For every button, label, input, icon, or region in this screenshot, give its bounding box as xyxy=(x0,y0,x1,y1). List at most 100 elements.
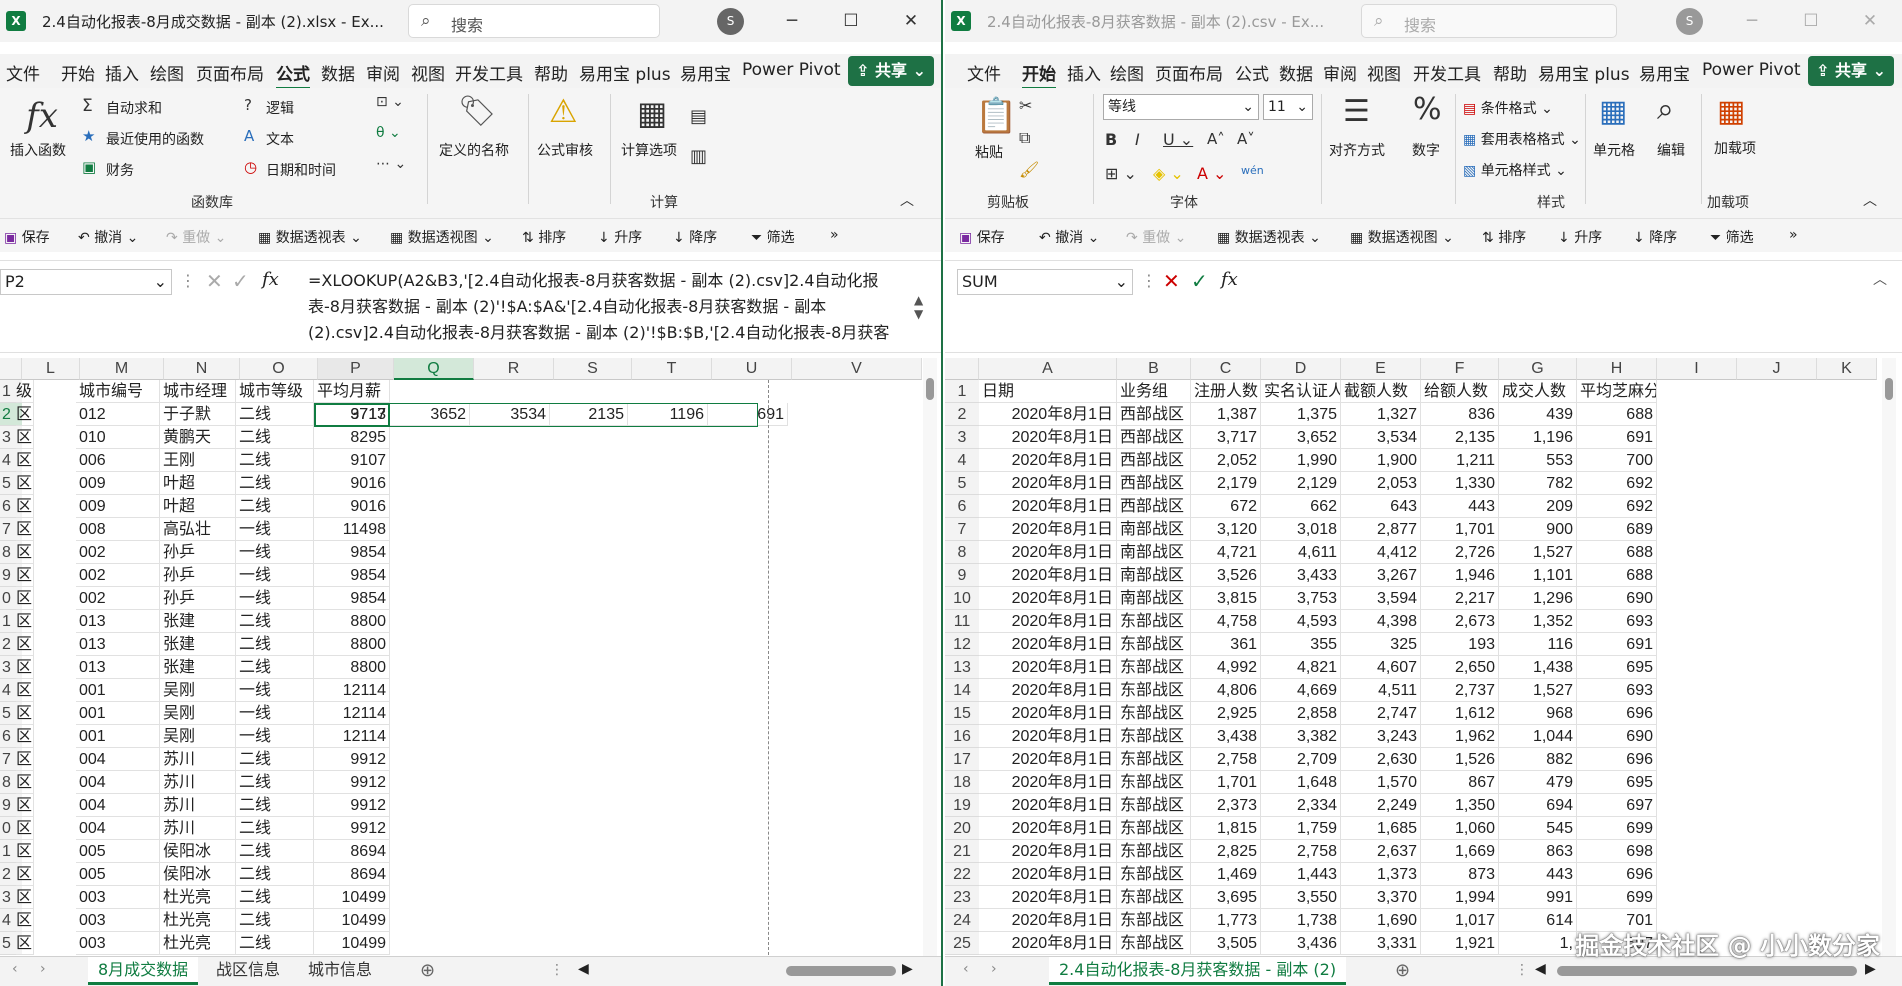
table-cell[interactable]: 688 xyxy=(1577,541,1657,564)
table-cell[interactable]: 691 xyxy=(1577,426,1657,449)
row-header[interactable]: 6 xyxy=(945,495,979,518)
table-cell[interactable]: 1,327 xyxy=(1341,403,1421,426)
table-cell[interactable]: 3,267 xyxy=(1341,564,1421,587)
filter-button[interactable]: ⏷ 筛选 xyxy=(1710,227,1754,247)
collapse-ribbon-icon[interactable]: ︿ xyxy=(900,190,914,210)
table-cell[interactable]: 325 xyxy=(1341,633,1421,656)
table-cell[interactable]: 2,637 xyxy=(1341,840,1421,863)
table-cell[interactable]: 区 xyxy=(16,518,34,541)
header-cell[interactable]: 平均芝麻分 xyxy=(1577,380,1657,403)
sort-desc-button[interactable]: ↓ 降序 xyxy=(1633,227,1677,247)
table-cell[interactable]: 孙乒 xyxy=(160,587,236,610)
table-cell[interactable]: 2,726 xyxy=(1421,541,1499,564)
phonetic-icon[interactable]: wén xyxy=(1241,164,1264,177)
shrink-font-icon[interactable]: A˅ xyxy=(1237,130,1255,148)
table-cell[interactable]: 614 xyxy=(1499,909,1577,932)
table-cell[interactable]: 3717 xyxy=(314,403,390,426)
table-cell[interactable]: 9912 xyxy=(314,771,390,794)
table-cell[interactable]: 3,695 xyxy=(1191,886,1261,909)
scroll-right-icon[interactable]: ▶ xyxy=(1865,961,1876,977)
sort-asc-button[interactable]: ↓ 升序 xyxy=(598,227,642,247)
table-cell[interactable]: 张建 xyxy=(160,610,236,633)
table-cell[interactable]: 3,526 xyxy=(1191,564,1261,587)
table-cell[interactable]: 区 xyxy=(16,679,34,702)
table-cell[interactable]: 2,709 xyxy=(1261,748,1341,771)
borders-icon[interactable]: ⊞ ⌄ xyxy=(1105,164,1137,183)
tab-help[interactable]: 帮助 xyxy=(534,60,568,85)
column-header-i[interactable]: I xyxy=(1657,358,1737,380)
table-cell[interactable]: 区 xyxy=(16,633,34,656)
pivot-table-button[interactable]: ▦ 数据透视表 ⌄ xyxy=(1217,227,1321,247)
table-cell[interactable]: 区 xyxy=(16,725,34,748)
table-cell[interactable]: 区 xyxy=(16,403,34,426)
table-cell[interactable]: 区 xyxy=(16,886,34,909)
table-cell[interactable]: 王刚 xyxy=(160,449,236,472)
table-cell[interactable]: 1,738 xyxy=(1261,909,1341,932)
table-cell[interactable]: 698 xyxy=(1577,840,1657,863)
table-cell[interactable]: 4,511 xyxy=(1341,679,1421,702)
column-header-f[interactable]: F xyxy=(1421,358,1499,380)
table-cell[interactable]: 苏川 xyxy=(160,817,236,840)
scroll-right-icon[interactable]: ▶ xyxy=(902,961,913,977)
row-header[interactable]: 18 xyxy=(945,771,979,794)
row-header[interactable]: 11 xyxy=(945,610,979,633)
tab-yiyongbao[interactable]: 易用宝 xyxy=(1639,60,1690,85)
prev-sheet-icon[interactable]: ‹ xyxy=(963,961,969,977)
table-cell[interactable]: 9854 xyxy=(314,541,390,564)
insert-function-icon[interactable]: fx xyxy=(262,269,279,290)
table-cell[interactable]: 443 xyxy=(1499,863,1577,886)
table-cell[interactable]: 二线 xyxy=(236,633,314,656)
table-cell[interactable]: 于子默 xyxy=(160,403,236,426)
table-cell[interactable]: 西部战区 xyxy=(1117,426,1191,449)
table-cell[interactable]: 2020年8月1日 xyxy=(979,725,1117,748)
tab-file[interactable]: 文件 xyxy=(6,60,40,85)
table-cell[interactable]: 苏川 xyxy=(160,748,236,771)
table-cell[interactable]: 区 xyxy=(16,817,34,840)
row-header[interactable]: 19 xyxy=(945,794,979,817)
table-cell[interactable]: 4,669 xyxy=(1261,679,1341,702)
tab-yiyongbao[interactable]: 易用宝 xyxy=(680,60,731,85)
header-cell[interactable]: 成交人数 xyxy=(1499,380,1577,403)
column-header-s[interactable]: S xyxy=(554,358,632,380)
text-button[interactable]: 文本 xyxy=(266,129,294,149)
table-cell[interactable]: 1,612 xyxy=(1421,702,1499,725)
table-cell[interactable]: 693 xyxy=(1577,610,1657,633)
share-button[interactable]: ⇪ 共享 ⌄ xyxy=(848,56,934,86)
table-cell[interactable]: 2,650 xyxy=(1421,656,1499,679)
table-cell[interactable]: 8800 xyxy=(314,610,390,633)
undo-button[interactable]: ↶ 撤消 ⌄ xyxy=(1039,227,1099,247)
header-cell[interactable]: 城市经理 xyxy=(160,380,236,403)
table-cell[interactable]: 区 xyxy=(16,610,34,633)
table-cell[interactable]: 2020年8月1日 xyxy=(979,518,1117,541)
table-cell[interactable]: 东部战区 xyxy=(1117,748,1191,771)
table-cell[interactable]: 005 xyxy=(76,840,160,863)
prev-sheet-icon[interactable]: ‹ xyxy=(12,961,18,977)
table-cell[interactable]: 二线 xyxy=(236,426,314,449)
table-cell[interactable]: 1,469 xyxy=(1191,863,1261,886)
column-header-e[interactable]: E xyxy=(1341,358,1421,380)
expand-formula-icon[interactable]: ︿ xyxy=(1873,269,1887,289)
table-cell[interactable]: 3,652 xyxy=(1261,426,1341,449)
table-cell[interactable]: 3,436 xyxy=(1261,932,1341,955)
table-cell[interactable]: 3,120 xyxy=(1191,518,1261,541)
table-cell[interactable]: 一线 xyxy=(236,702,314,725)
table-cell[interactable]: 二线 xyxy=(236,403,314,426)
cut-icon[interactable]: ✂ xyxy=(1019,96,1032,115)
table-cell[interactable]: 3,331 xyxy=(1341,932,1421,955)
corner-select-all[interactable] xyxy=(945,358,979,380)
table-cell[interactable]: 一线 xyxy=(236,518,314,541)
table-cell[interactable]: 699 xyxy=(1577,817,1657,840)
table-cell[interactable]: 11498 xyxy=(314,518,390,541)
table-cell[interactable]: 9854 xyxy=(314,564,390,587)
table-cell[interactable]: 3,534 xyxy=(1341,426,1421,449)
table-cell[interactable]: 10499 xyxy=(314,886,390,909)
table-cell[interactable]: 东部战区 xyxy=(1117,771,1191,794)
header-cell[interactable]: 实名认证人数 xyxy=(1261,380,1341,403)
column-header-u[interactable]: U xyxy=(712,358,792,380)
column-header-p[interactable]: P xyxy=(318,358,394,380)
table-cell[interactable]: 867 xyxy=(1421,771,1499,794)
tab-developer[interactable]: 开发工具 xyxy=(455,60,523,85)
table-cell[interactable]: 2,630 xyxy=(1341,748,1421,771)
minimize-icon[interactable]: ─ xyxy=(1739,9,1765,33)
table-cell[interactable]: 西部战区 xyxy=(1117,472,1191,495)
